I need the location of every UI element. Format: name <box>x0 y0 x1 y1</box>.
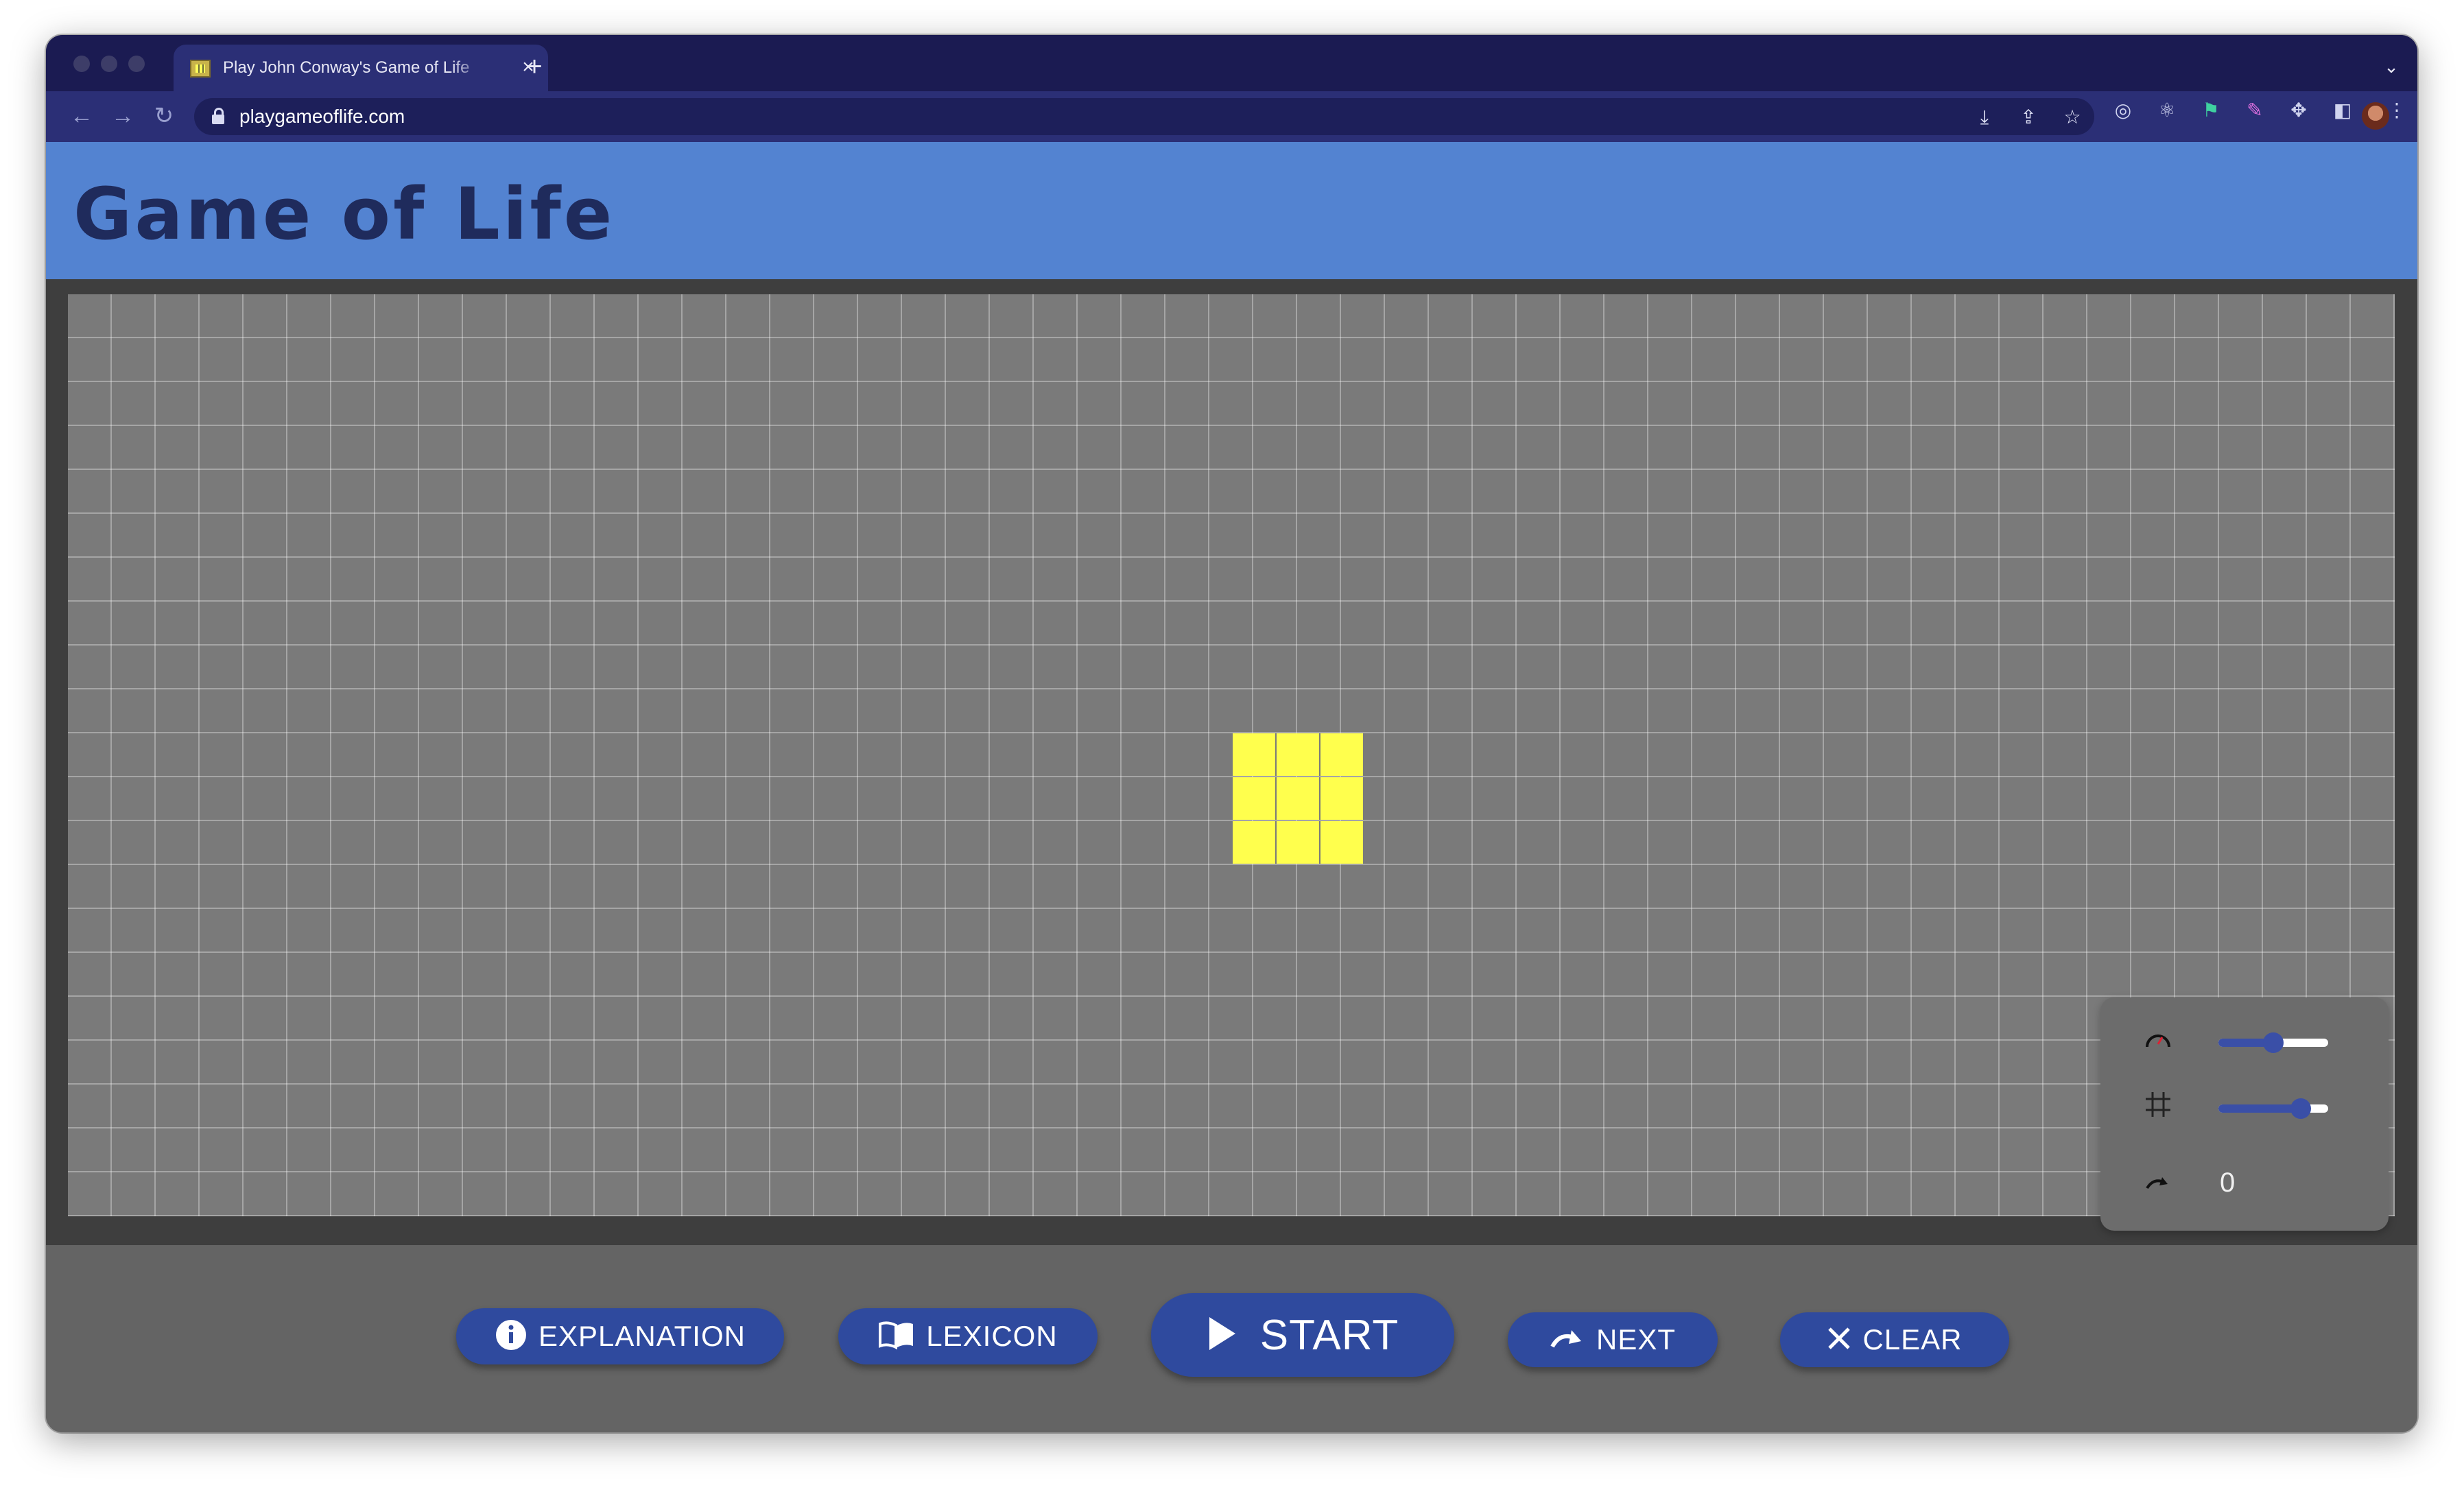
favicon-icon <box>190 60 211 78</box>
live-cell[interactable] <box>1277 777 1319 820</box>
page-header: Game of Life <box>46 142 2417 279</box>
lock-icon <box>212 108 224 124</box>
size-slider-fill <box>2218 1104 2301 1113</box>
next-label: NEXT <box>1596 1323 1676 1356</box>
side-panel-icon[interactable]: ◧ <box>2330 98 2355 123</box>
tab-strip: Play John Conway's Game of Life × + ⌄ <box>46 35 2417 91</box>
size-slider-thumb[interactable] <box>2290 1098 2311 1119</box>
next-button[interactable]: NEXT <box>1508 1312 1718 1367</box>
browser-tab[interactable]: Play John Conway's Game of Life × <box>174 45 548 91</box>
tab-title: Play John Conway's Game of Life <box>223 58 470 77</box>
clear-label: CLEAR <box>1862 1323 1963 1356</box>
page-title: Game of Life <box>73 172 615 256</box>
react-extension-icon[interactable]: ⚛ <box>2155 98 2179 123</box>
browser-window: Play John Conway's Game of Life × + ⌄ ← … <box>46 35 2417 1432</box>
info-icon <box>495 1318 528 1355</box>
live-cell[interactable] <box>1233 733 1275 776</box>
explanation-label: EXPLANATION <box>538 1320 746 1352</box>
grid-icon <box>2142 1088 2175 1121</box>
share-icon[interactable]: ⇪ <box>2016 105 2041 130</box>
live-cell[interactable] <box>1320 733 1363 776</box>
redo-arrow-icon <box>2142 1166 2175 1199</box>
speed-slider[interactable] <box>2218 1032 2328 1053</box>
size-slider[interactable] <box>2218 1098 2328 1119</box>
generation-counter: 0 <box>2220 1168 2236 1198</box>
live-cell[interactable] <box>1320 777 1363 820</box>
start-button[interactable]: START <box>1151 1293 1454 1377</box>
speedometer-icon <box>2142 1024 2175 1056</box>
zoom-window-dot[interactable] <box>128 56 145 72</box>
forward-button[interactable]: → <box>108 101 138 131</box>
browser-menu-icon[interactable]: ⋮ <box>2386 98 2407 123</box>
address-bar[interactable]: playgameoflife.com ⤓ ⇪ ☆ <box>194 98 2094 135</box>
speed-slider-thumb[interactable] <box>2263 1032 2284 1053</box>
minimize-window-dot[interactable] <box>101 56 117 72</box>
live-cell[interactable] <box>1233 821 1275 864</box>
start-label: START <box>1259 1311 1399 1359</box>
profile-avatar[interactable] <box>2362 102 2389 130</box>
url-text[interactable]: playgameoflife.com <box>239 105 405 128</box>
green-extension-icon[interactable]: ⚑ <box>2199 98 2223 123</box>
tab-search-chevron-icon[interactable]: ⌄ <box>2379 54 2404 79</box>
close-window-dot[interactable] <box>73 56 90 72</box>
puzzle-extensions-icon[interactable]: ✥ <box>2286 98 2311 123</box>
redo-arrow-icon <box>1550 1326 1585 1354</box>
footer-controls: EXPLANATION LEXICON START NEXT CLEAR <box>46 1245 2417 1432</box>
life-grid[interactable]: 0 <box>68 294 2395 1231</box>
controls-panel: 0 <box>2100 997 2389 1231</box>
play-icon <box>1207 1316 1237 1355</box>
reload-button[interactable]: ↻ <box>149 101 179 131</box>
book-icon <box>878 1320 915 1353</box>
live-cell[interactable] <box>1277 733 1319 776</box>
lexicon-button[interactable]: LEXICON <box>838 1308 1098 1364</box>
back-button[interactable]: ← <box>67 101 97 131</box>
live-cell[interactable] <box>1233 777 1275 820</box>
browser-toolbar: ← → ↻ playgameoflife.com ⤓ ⇪ ☆ ◎ ⚛ ⚑ ✎ ✥… <box>46 91 2417 142</box>
live-cell[interactable] <box>1320 821 1363 864</box>
bookmark-star-icon[interactable]: ☆ <box>2060 105 2085 130</box>
pink-extension-icon[interactable]: ✎ <box>2242 98 2267 123</box>
lexicon-label: LEXICON <box>926 1320 1058 1352</box>
board-frame: 0 <box>46 279 2417 1245</box>
clear-button[interactable]: CLEAR <box>1780 1312 2009 1367</box>
live-cell[interactable] <box>1277 821 1319 864</box>
new-tab-button[interactable]: + <box>519 53 549 83</box>
target-extension-icon[interactable]: ◎ <box>2111 98 2135 123</box>
install-icon[interactable]: ⤓ <box>1972 105 1997 130</box>
explanation-button[interactable]: EXPLANATION <box>456 1308 784 1364</box>
close-icon <box>1827 1326 1851 1354</box>
